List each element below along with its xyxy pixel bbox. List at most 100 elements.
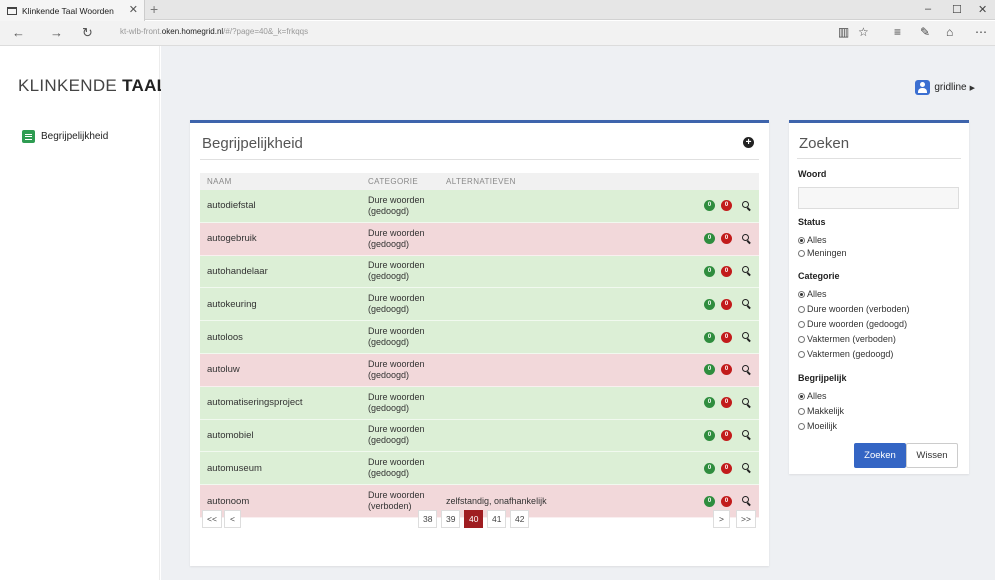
table-row[interactable]: automuseum Dure woorden (gedoogd) 0 0 [200,452,759,486]
next-page-button[interactable]: > [713,510,730,528]
table-row[interactable]: autoloos Dure woorden (gedoogd) 0 0 [200,321,759,354]
approve-icon[interactable]: 0 [704,265,715,277]
add-icon[interactable]: + [743,137,754,148]
page-button[interactable]: 38 [418,510,438,528]
browser-tab[interactable]: Klinkende Taal Woorden ✕ [0,0,145,21]
search-icon[interactable] [742,233,752,244]
word-name[interactable]: autonoom [200,496,368,507]
table-row[interactable]: autogebruik Dure woorden (gedoogd) 0 0 [200,222,759,256]
word-name[interactable]: automatiseringsproject [200,397,368,408]
user-name: gridline [934,82,967,93]
column-header-category[interactable]: CATEGORIE [368,177,446,186]
reject-icon[interactable]: 0 [721,495,732,507]
category-radio-vak-gedoogd[interactable]: Vaktermen (gedoogd) [798,349,893,359]
app-logo[interactable]: KLINKENDE TAAL [18,76,167,96]
reject-icon[interactable]: 0 [721,233,732,245]
approve-icon[interactable]: 0 [704,397,715,409]
share-icon[interactable]: ⌂ [946,25,953,39]
word-name[interactable]: autogebruik [200,233,368,244]
table-row[interactable]: autohandelaar Dure woorden (gedoogd) 0 0 [200,255,759,289]
minimize-button[interactable]: – [925,3,931,15]
reject-icon[interactable]: 0 [721,265,732,277]
status-radio-alles[interactable]: Alles [798,235,827,245]
reading-view-icon[interactable]: ▥ [838,25,849,39]
row-actions: 00 [698,354,752,386]
page-button-active[interactable]: 40 [464,510,484,528]
prev-page-button[interactable]: < [224,510,241,528]
approve-icon[interactable]: 0 [704,364,715,376]
status-radio-meningen[interactable]: Meningen [798,248,847,258]
search-icon[interactable] [742,364,752,375]
first-page-button[interactable]: << [202,510,222,528]
last-page-button[interactable]: >> [736,510,756,528]
search-icon[interactable] [742,299,752,309]
search-icon[interactable] [742,200,752,211]
word-name[interactable]: autokeuring [200,299,368,310]
forward-icon[interactable]: → [50,25,63,40]
table-row[interactable]: autoluw Dure woorden (gedoogd) 0 0 [200,353,759,387]
maximize-button[interactable]: ☐ [952,3,962,16]
word-input[interactable] [798,187,959,209]
sidebar-item-begrijpelijkheid[interactable]: Begrijpelijkheid [22,130,108,143]
reject-icon[interactable]: 0 [721,364,732,376]
search-icon[interactable] [742,430,752,440]
word-name[interactable]: autoluw [200,364,368,375]
word-name[interactable]: automuseum [200,463,368,474]
page-button[interactable]: 39 [441,510,461,528]
page-button[interactable]: 42 [510,510,530,528]
approve-icon[interactable]: 0 [704,233,715,245]
reject-icon[interactable]: 0 [721,429,732,441]
refresh-icon[interactable]: ↻ [82,25,93,41]
more-icon[interactable]: ⋯ [975,25,987,39]
begrijpelijkheid-panel: Begrijpelijkheid + NAAM CATEGORIE ALTERN… [190,120,769,566]
back-icon[interactable]: ← [12,25,25,40]
search-icon[interactable] [742,463,752,473]
word-name[interactable]: automobiel [200,430,368,441]
column-header-alternatives[interactable]: ALTERNATIEVEN [446,177,646,186]
reject-icon[interactable]: 0 [721,298,732,310]
column-header-name[interactable]: NAAM [200,177,368,186]
user-avatar-icon [915,80,931,95]
approve-icon[interactable]: 0 [704,298,715,310]
word-name[interactable]: autoloos [200,332,368,343]
hub-icon[interactable]: ≡ [894,25,901,39]
approve-icon[interactable]: 0 [704,200,715,212]
approve-icon[interactable]: 0 [704,429,715,441]
user-menu[interactable]: gridline ▶ [915,80,975,95]
category-radio-dure-verboden[interactable]: Dure woorden (verboden) [798,304,910,314]
table-row[interactable]: autokeuring Dure woorden (gedoogd) 0 0 [200,288,759,322]
search-submit-button[interactable]: Zoeken [854,443,906,468]
approve-icon[interactable]: 0 [704,462,715,474]
tab-title: Klinkende Taal Woorden [22,5,114,16]
approve-icon[interactable]: 0 [704,331,715,343]
clarity-radio-moeilijk[interactable]: Moeilijk [798,421,837,431]
clarity-radio-alles[interactable]: Alles [798,391,827,401]
category-radio-vak-verboden[interactable]: Vaktermen (verboden) [798,334,896,344]
reject-icon[interactable]: 0 [721,200,732,212]
web-note-icon[interactable]: ✎ [920,25,930,39]
search-reset-button[interactable]: Wissen [906,443,958,468]
word-name[interactable]: autodiefstal [200,200,368,211]
reject-icon[interactable]: 0 [721,462,732,474]
table-row[interactable]: autodiefstal Dure woorden (gedoogd) 0 0 [200,190,759,223]
row-actions: 00 [698,452,752,484]
close-window-button[interactable]: ✕ [978,3,987,16]
reject-icon[interactable]: 0 [721,331,732,343]
clarity-radio-makkelijk[interactable]: Makkelijk [798,406,844,416]
word-name[interactable]: autohandelaar [200,266,368,277]
approve-icon[interactable]: 0 [704,495,715,507]
category-radio-alles[interactable]: Alles [798,289,827,299]
page-button[interactable]: 41 [487,510,507,528]
category-radio-dure-gedoogd[interactable]: Dure woorden (gedoogd) [798,319,907,329]
url-field[interactable]: kt-wlb-front.oken.homegrid.nl/#/?page=40… [120,27,308,36]
search-icon[interactable] [742,266,752,276]
search-icon[interactable] [742,496,752,506]
close-tab-icon[interactable]: ✕ [129,3,138,16]
reject-icon[interactable]: 0 [721,397,732,409]
search-icon[interactable] [742,332,752,342]
favorite-star-icon[interactable]: ☆ [858,25,869,39]
search-icon[interactable] [742,397,752,408]
new-tab-button[interactable]: + [150,1,158,17]
table-row[interactable]: automatiseringsproject Dure woorden (gedoo… [200,386,759,420]
table-row[interactable]: automobiel Dure woorden (gedoogd) 0 0 [200,419,759,453]
